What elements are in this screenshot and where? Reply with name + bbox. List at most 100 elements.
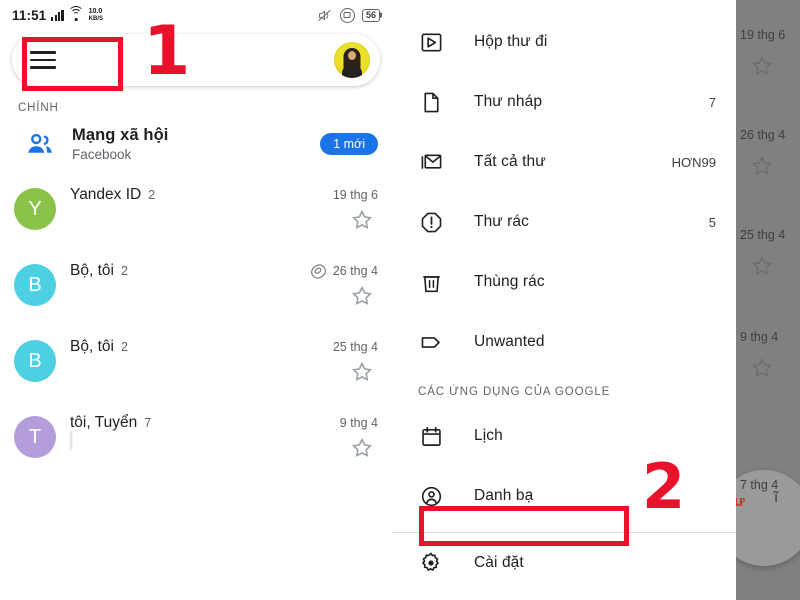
row-thread-count: 2 — [120, 264, 128, 278]
account-avatar[interactable] — [334, 42, 370, 78]
star-outline-icon[interactable] — [350, 284, 374, 308]
app-bar-wrapper — [0, 30, 392, 86]
people-icon — [14, 129, 66, 159]
search-app-bar[interactable] — [12, 34, 380, 86]
row-sender: tôi, Tuyển — [70, 414, 138, 431]
row-thread-count: 2 — [120, 340, 128, 354]
drawer-item-settings[interactable]: Cài đặt — [392, 533, 736, 593]
drawer-item-label: Thư rác — [474, 213, 530, 230]
row-header: tôi, Tuyển 7 9 thg 4 — [70, 414, 378, 432]
navigation-drawer: Hộp thư đi Thư nháp 7 Tất cả thư HƠN99 T… — [392, 0, 736, 600]
row-meta: 9 thg 4 — [340, 416, 378, 430]
drawer-item-help[interactable]: Trợ giúp và phản hồi — [392, 593, 736, 600]
drawer-item-label: Hộp thư đi — [474, 33, 548, 50]
screenshot-stage: 19 thg 6 26 thg 4 25 thg 4 9 thg 4 7 thg… — [0, 0, 800, 600]
drawer-item-count: 7 — [708, 94, 716, 110]
bg-date-1: 26 thg 4 — [740, 128, 786, 142]
mute-icon — [316, 8, 333, 22]
drawer-item-label: Danh bạ — [474, 487, 534, 504]
status-time: 11:51 — [12, 7, 47, 23]
drawer-item-count: HƠN99 — [671, 154, 716, 170]
row-thread-count: 2 — [148, 188, 156, 202]
drawer-item-label: Unwanted — [474, 333, 545, 350]
mail-row[interactable]: T tôi, Tuyển 7 9 thg 4 — [0, 402, 392, 478]
mail-row[interactable]: B Bộ, tôi 2 26 thg 4 — [0, 250, 392, 326]
drawer-item-drafts[interactable]: Thư nháp 7 — [392, 72, 736, 132]
star-outline-icon[interactable] — [350, 208, 374, 232]
spam-warning-icon — [418, 209, 444, 235]
drawer-item-label: Lịch — [474, 427, 503, 444]
drawer-item-unwanted[interactable]: Unwanted — [392, 312, 736, 372]
battery-icon: 56 — [361, 8, 380, 22]
label-tag-icon — [418, 329, 444, 355]
bg-star-icon-1 — [750, 154, 774, 178]
status-bar-left: 11:51 10.0 KB/S — [12, 6, 103, 23]
social-category-row[interactable]: Mạng xã hội Facebook 1 mới — [0, 122, 392, 174]
drawer-item-spam[interactable]: Thư rác 5 — [392, 192, 736, 252]
star-outline-icon[interactable] — [350, 436, 374, 460]
contacts-person-icon — [418, 483, 444, 509]
wifi-icon — [68, 6, 85, 21]
row-body: Bộ, tôi 2 25 thg 4 — [56, 338, 378, 390]
bg-date-2: 25 thg 4 — [740, 228, 786, 242]
social-new-badge: 1 mới — [320, 133, 378, 155]
drawer-item-label: Thùng rác — [474, 273, 545, 290]
drawer-item-count: 5 — [708, 214, 716, 230]
all-mail-icon — [418, 149, 444, 175]
bg-star-icon-2 — [750, 254, 774, 278]
row-thread-count: 7 — [144, 416, 152, 430]
draft-file-icon — [418, 89, 444, 115]
row-avatar: B — [14, 340, 56, 382]
row-avatar: T — [14, 416, 56, 458]
social-subtitle: Facebook — [72, 147, 132, 162]
drawer-item-calendar[interactable]: Lịch — [392, 406, 736, 466]
trash-icon — [418, 269, 444, 295]
network-speed-indicator: 10.0 KB/S — [89, 8, 103, 22]
hamburger-menu-icon[interactable] — [30, 51, 56, 69]
drawer-item-contacts[interactable]: Danh bạ — [392, 466, 736, 526]
social-title: Mạng xã hội — [72, 126, 169, 144]
row-date: 19 thg 6 — [332, 188, 378, 202]
row-date: 9 thg 4 — [339, 416, 378, 430]
mail-row[interactable]: B Bộ, tôi 2 25 thg 4 — [0, 326, 392, 402]
send-outbox-icon — [418, 29, 444, 55]
drawer-section-google-apps: CÁC ỨNG DỤNG CỦA GOOGLE — [418, 386, 611, 398]
row-avatar: B — [14, 264, 56, 306]
row-header: Yandex ID 2 19 thg 6 — [70, 186, 378, 204]
signal-bars-icon — [51, 9, 64, 21]
settings-gear-icon — [418, 550, 444, 576]
bg-date-0: 19 thg 6 — [740, 28, 786, 42]
lock-icon — [339, 7, 355, 23]
status-bar: 11:51 10.0 KB/S 56 — [0, 0, 392, 30]
row-meta: 19 thg 6 — [333, 188, 378, 202]
bg-star-icon-0 — [750, 54, 774, 78]
drawer-item-trash[interactable]: Thùng rác — [392, 252, 736, 312]
inbox-panel: 11:51 10.0 KB/S 56 CHÍNH Mạng xã hội Fac… — [0, 0, 392, 600]
row-header: Bộ, tôi 2 26 thg 4 — [70, 261, 378, 281]
drawer-item-label: Thư nháp — [474, 93, 543, 110]
drawer-item-label: Tất cả thư — [474, 153, 546, 170]
row-meta: 25 thg 4 — [333, 340, 378, 354]
drawer-item-all-mail[interactable]: Tất cả thư HƠN99 — [392, 132, 736, 192]
bg-date-3: 9 thg 4 — [740, 330, 779, 344]
row-body: Yandex ID 2 19 thg 6 — [56, 186, 378, 238]
row-sender: Yandex ID — [70, 186, 142, 203]
avatar-body — [342, 66, 362, 78]
inbox-section-label: CHÍNH — [18, 102, 59, 114]
row-body: Bộ, tôi 2 26 thg 4 — [56, 261, 378, 314]
bg-star-icon-3 — [750, 356, 774, 380]
row-meta: 26 thg 4 — [308, 261, 378, 281]
avatar-face — [348, 51, 356, 60]
drawer-item-outbox[interactable]: Hộp thư đi — [392, 12, 736, 72]
attachment-clip-icon — [308, 261, 329, 281]
row-attachment-chip[interactable] — [70, 431, 72, 450]
star-outline-icon[interactable] — [350, 360, 374, 384]
social-text-block: Mạng xã hội Facebook — [66, 126, 320, 162]
status-bar-right: 56 — [316, 7, 380, 23]
mail-row[interactable]: Y Yandex ID 2 19 thg 6 — [0, 174, 392, 250]
row-sender: Bộ, tôi — [70, 262, 114, 279]
drawer-item-label: Cài đặt — [474, 554, 524, 571]
calendar-icon — [418, 423, 444, 449]
bg-date-4: 7 thg 4 — [740, 478, 779, 492]
drawer-scroll-area[interactable]: Hộp thư đi Thư nháp 7 Tất cả thư HƠN99 T… — [392, 0, 736, 600]
